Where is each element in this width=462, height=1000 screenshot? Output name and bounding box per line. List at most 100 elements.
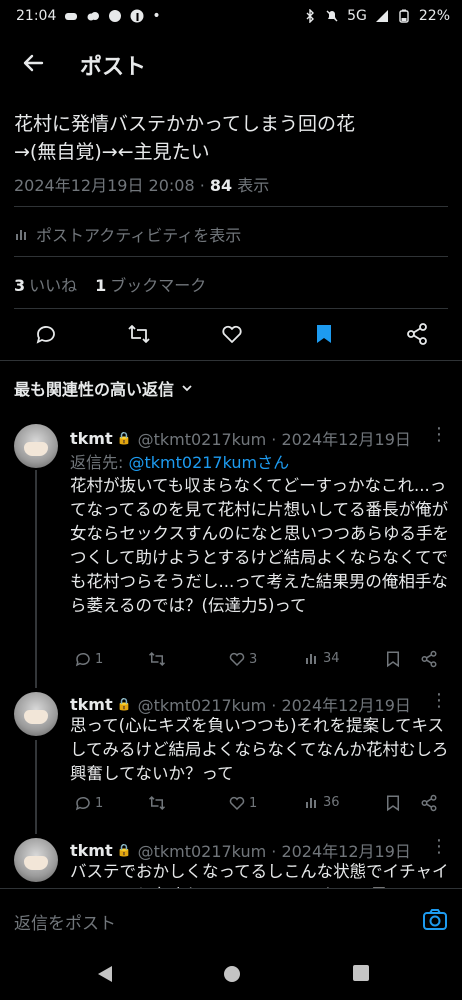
likes-label: いいね xyxy=(29,276,78,295)
reply-icon xyxy=(36,326,55,344)
nav-back-button[interactable] xyxy=(96,964,114,984)
reply-count: 1 xyxy=(95,651,104,667)
reply-author-name[interactable]: tkmt xyxy=(70,841,113,860)
battery-icon xyxy=(399,9,409,23)
back-button[interactable] xyxy=(18,48,48,78)
likes-count: 3 xyxy=(14,276,26,295)
like-button[interactable]: 1 xyxy=(228,794,257,812)
reply-icon xyxy=(75,652,90,667)
reply-icon xyxy=(75,796,90,811)
replying-to-link[interactable]: @tkmt0217kumさん xyxy=(128,453,289,472)
dot-icon: • xyxy=(152,8,161,24)
repost-icon xyxy=(148,651,166,667)
share-button[interactable] xyxy=(420,794,438,812)
share-icon xyxy=(421,650,437,668)
more-options-button[interactable]: ⋮ xyxy=(430,836,448,857)
circle-home-icon xyxy=(224,966,240,982)
signal-icon xyxy=(375,10,388,22)
system-nav-bar xyxy=(0,950,462,1000)
view-count: 36 xyxy=(323,794,340,810)
camera-icon xyxy=(423,909,447,930)
post-activity-label: ポストアクティビティを表示 xyxy=(36,226,242,245)
divider xyxy=(14,308,448,309)
reply-input[interactable]: 返信をポスト xyxy=(14,909,116,934)
repost-button[interactable] xyxy=(148,650,166,668)
repost-button[interactable] xyxy=(148,794,166,812)
bookmark-button[interactable] xyxy=(312,322,336,346)
bookmark-button[interactable] xyxy=(384,794,402,812)
network-label: 5G xyxy=(347,8,367,24)
bookmark-icon xyxy=(387,651,399,668)
status-bar: 21:04 • 5G 22% xyxy=(0,0,462,34)
post-text: 花村に発情バステかかってしまう回の花 →(無自覚)→←主見たい xyxy=(14,113,356,163)
camera-button[interactable] xyxy=(422,907,448,933)
repost-button[interactable] xyxy=(127,322,151,346)
reply-actions: 1 1 36 xyxy=(70,794,450,818)
reply-header: tkmt 🔒 @tkmt0217kum · 2024年12月19日 xyxy=(70,426,411,450)
battery-level: 22% xyxy=(418,8,450,24)
thread-line xyxy=(35,470,37,688)
post-meta: 2024年12月19日 20:08 · 84 表示 xyxy=(14,172,269,196)
analytics-icon xyxy=(306,798,316,808)
reply-text: 花村が抜いても収まらなくてどーすっかなこれ...ってなってるのを見て花村に片想い… xyxy=(70,476,450,615)
lock-icon: 🔒 xyxy=(116,431,132,445)
bookmarks-stat[interactable]: 1 ブックマーク xyxy=(95,272,206,296)
facebook-icon xyxy=(130,9,144,23)
view-count: 34 xyxy=(323,650,340,666)
top-bar: ポスト xyxy=(0,34,462,92)
like-button[interactable]: 3 xyxy=(228,650,257,668)
avatar[interactable] xyxy=(14,424,58,468)
views-button[interactable]: 36 xyxy=(304,794,340,810)
triangle-back-icon xyxy=(98,966,112,982)
replying-prefix: 返信先: xyxy=(70,453,129,472)
reply-handle-time: @tkmt0217kum · 2024年12月19日 xyxy=(137,696,411,715)
bluetooth-icon xyxy=(306,9,315,23)
reply-text: 思って(心にキズを負いつつも)それを提案してキスしてみるけど結局よくならなくてな… xyxy=(70,716,449,783)
reply-button[interactable] xyxy=(34,322,58,346)
like-button[interactable] xyxy=(220,322,244,346)
views-count: 84 xyxy=(209,176,233,195)
views-button[interactable]: 34 xyxy=(304,650,340,666)
bookmark-button[interactable] xyxy=(384,650,402,668)
divider xyxy=(14,256,448,257)
nav-home-button[interactable] xyxy=(222,964,242,984)
more-options-button[interactable]: ⋮ xyxy=(430,690,448,711)
reply-header: tkmt 🔒 @tkmt0217kum · 2024年12月19日 xyxy=(70,692,411,716)
thread-line xyxy=(35,740,37,834)
heart-icon xyxy=(222,325,242,343)
divider xyxy=(0,360,462,361)
nav-recents-button[interactable] xyxy=(352,964,370,982)
bookmarks-label: ブックマーク xyxy=(110,276,207,295)
reply-count: 1 xyxy=(95,795,104,811)
likes-stat[interactable]: 3 いいね xyxy=(14,272,77,296)
reply-author-name[interactable]: tkmt xyxy=(70,695,113,714)
avatar[interactable] xyxy=(14,692,58,736)
share-button[interactable] xyxy=(405,322,429,346)
post-action-bar xyxy=(0,314,462,354)
reply-button[interactable]: 1 xyxy=(74,794,103,812)
reply-author-name[interactable]: tkmt xyxy=(70,429,113,448)
reply-handle-time: @tkmt0217kum · 2024年12月19日 xyxy=(137,430,411,449)
chevron-down-icon xyxy=(182,385,192,392)
lock-icon: 🔒 xyxy=(116,697,132,711)
reply-button[interactable]: 1 xyxy=(74,650,103,668)
analytics-icon xyxy=(306,654,316,664)
post-stats: 3 いいね 1 ブックマーク xyxy=(14,272,206,296)
share-button[interactable] xyxy=(420,650,438,668)
views-label: 表示 xyxy=(232,176,270,195)
avatar[interactable] xyxy=(14,838,58,882)
reply-header: tkmt 🔒 @tkmt0217kum · 2024年12月19日 xyxy=(70,838,411,862)
reply-sort-dropdown[interactable]: 最も関連性の高い返信 xyxy=(14,376,194,400)
more-options-button[interactable]: ⋮ xyxy=(430,424,448,445)
share-icon xyxy=(421,794,437,812)
game-controller-icon xyxy=(65,13,78,20)
chat-bubble-icon xyxy=(109,10,122,22)
status-time: 21:04 xyxy=(16,8,57,24)
arrow-left-icon xyxy=(23,54,44,72)
square-recents-icon xyxy=(353,965,369,981)
post-activity-link[interactable]: ポストアクティビティを表示 xyxy=(14,222,241,246)
replying-to: 返信先: @tkmt0217kumさん xyxy=(70,449,289,473)
reply-sort-label: 最も関連性の高い返信 xyxy=(14,380,175,399)
reply-handle-time: @tkmt0217kum · 2024年12月19日 xyxy=(137,842,411,861)
post-timestamp[interactable]: 2024年12月19日 20:08 · xyxy=(14,176,210,195)
